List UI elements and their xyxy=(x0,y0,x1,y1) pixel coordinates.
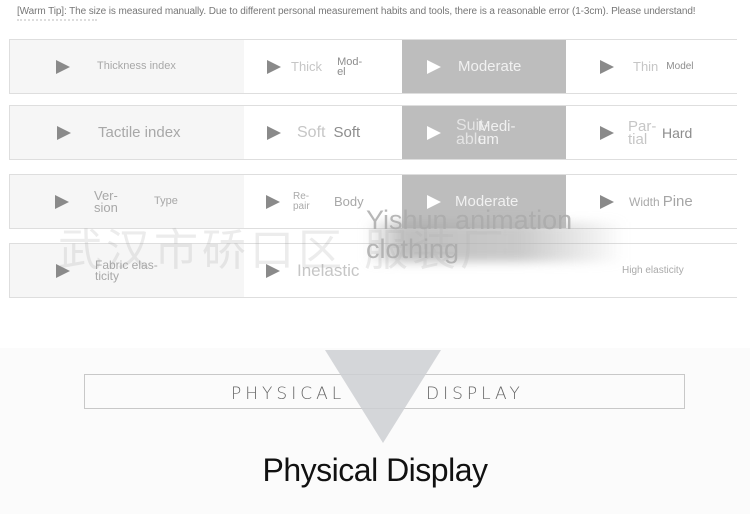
option-label: Thin xyxy=(633,59,659,74)
option-moderate-selected: Moderate xyxy=(402,175,566,228)
option-sublabel: Body xyxy=(334,194,364,209)
option-high-elasticity: High elasticity xyxy=(566,244,738,297)
row-label-cell: Fabric elas-ticity xyxy=(10,244,244,297)
physical-display-section: PHYSICAL DISPLAY Physical Display xyxy=(0,348,750,514)
option-thin: Thin Model xyxy=(566,40,738,93)
option-sublabel: Hard xyxy=(662,124,693,141)
row-label-type: Type xyxy=(154,195,178,207)
option-label: Thick xyxy=(291,59,323,74)
play-arrow-icon xyxy=(57,125,71,140)
option-label: Re-pair xyxy=(293,190,310,212)
tactile-index-row: Tactile index Soft Soft Suit-able Medi-u… xyxy=(9,105,738,160)
option-sublabel: Pine xyxy=(662,193,693,210)
option-blank xyxy=(402,244,566,297)
row-label: Tactile index xyxy=(98,124,181,141)
version-type-row: Ver-sion Type Re-pair Body Moderate Widt… xyxy=(9,174,738,229)
section-title: Physical Display xyxy=(262,452,488,488)
option-medium-selected: Suit-able Medi-um xyxy=(402,106,566,159)
option-sublabel: Soft xyxy=(333,124,361,141)
option-thick: Thick Mod-el xyxy=(244,40,402,93)
option-label: Par-tial xyxy=(628,117,657,148)
play-arrow-icon xyxy=(266,194,280,209)
option-hard: Par-tial Hard xyxy=(566,106,738,159)
play-arrow-icon xyxy=(267,59,281,74)
warm-tip: [Warm Tip]: The size is measured manuall… xyxy=(17,6,696,17)
play-arrow-icon xyxy=(600,59,614,74)
option-label: Moderate xyxy=(455,193,519,210)
play-arrow-icon xyxy=(267,125,281,140)
option-inelastic: Inelastic xyxy=(244,244,402,297)
play-arrow-icon xyxy=(600,194,614,209)
down-triangle-icon xyxy=(325,350,441,443)
option-label: High elasticity xyxy=(622,264,684,276)
play-arrow-icon xyxy=(56,263,70,278)
option-repair-body: Re-pair Body xyxy=(244,175,402,228)
play-arrow-icon xyxy=(427,125,441,140)
row-label-cell: Thickness index xyxy=(10,40,244,93)
option-sublabel: Model xyxy=(666,60,694,72)
play-arrow-icon xyxy=(55,194,69,209)
play-arrow-icon xyxy=(266,263,280,278)
option-sublabel: Medi-um xyxy=(478,117,516,148)
option-label: Moderate xyxy=(458,58,522,75)
play-arrow-icon xyxy=(600,125,614,140)
play-arrow-icon xyxy=(427,194,441,209)
option-moderate-selected: Moderate xyxy=(402,40,566,93)
play-arrow-icon xyxy=(56,59,70,74)
option-label: Width xyxy=(629,194,660,209)
option-label: Inelastic xyxy=(297,261,360,280)
play-arrow-icon xyxy=(427,59,441,74)
fabric-elasticity-row: Fabric elas-ticity Inelastic High elasti… xyxy=(9,243,738,298)
row-label-cell: Tactile index xyxy=(10,106,244,159)
row-label: Fabric elas-ticity xyxy=(95,257,158,283)
thickness-index-row: Thickness index Thick Mod-el Moderate Th… xyxy=(9,39,738,94)
option-label: Soft xyxy=(297,123,326,141)
row-label-version: Ver-sion xyxy=(94,187,118,215)
option-sublabel: Mod-el xyxy=(337,55,363,78)
tip-underline-decoration xyxy=(17,19,97,23)
row-label-cell: Ver-sion Type xyxy=(10,175,244,228)
option-width-pine: Width Pine xyxy=(566,175,738,228)
row-label: Thickness index xyxy=(97,60,176,72)
option-soft: Soft Soft xyxy=(244,106,402,159)
